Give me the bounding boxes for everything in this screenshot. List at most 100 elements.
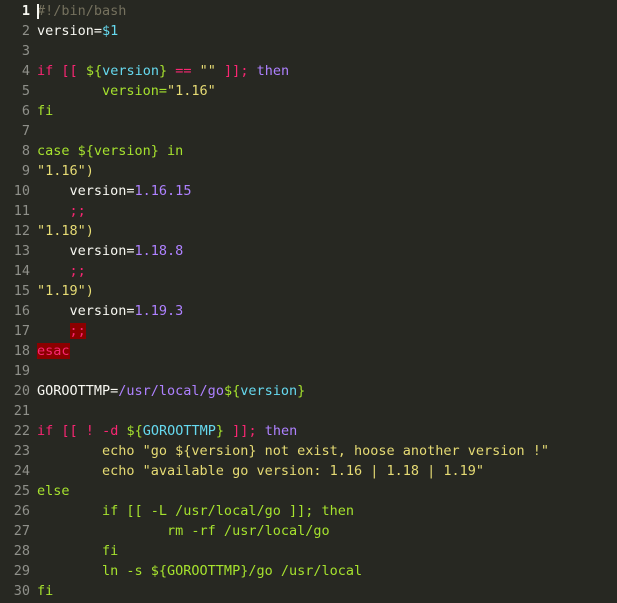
code-token: ]] [232,423,249,439]
code-line[interactable]: 5 version="1.16" [0,81,617,101]
code-line[interactable]: 11 ;; [0,201,617,221]
code-token: ${ [126,423,143,439]
code-line[interactable]: 21 [0,401,617,421]
code-line[interactable]: 22 if [[ ! -d ${GOROOTTMP} ]]; then [0,421,617,441]
code-token: "1.18") [37,223,94,239]
line-number: 18 [13,343,30,359]
code-text: if [[ ${version} == "" ]]; then [37,61,289,81]
code-text: fi [37,541,118,561]
code-token: "1.16" [167,83,216,99]
code-line[interactable]: 20 GOROOTTMP=/usr/local/go${version} [0,381,617,401]
code-text: "1.16") [37,161,94,181]
code-token: /usr/local/go [118,383,224,399]
code-token: "" [199,63,216,79]
code-line[interactable]: 29 ln -s ${GOROOTTMP}/go /usr/local [0,561,617,581]
line-number: 25 [13,483,30,499]
code-token: 1.19.3 [134,303,184,319]
code-text: else [37,481,70,501]
code-editor[interactable]: 1 #!/bin/bash 2 version=$1 3 4 if [[ ${version… [0,0,617,603]
code-text: #!/bin/bash [37,1,126,21]
code-line[interactable]: 16 version=1.19.3 [0,301,617,321]
code-line[interactable]: 9 "1.16") [0,161,617,181]
code-token: ;; [69,323,86,339]
code-line[interactable]: 27 rm -rf /usr/local/go [0,521,617,541]
code-token: version [102,63,159,79]
text-cursor [37,4,39,19]
code-text: "1.18") [37,221,94,241]
line-number: 14 [13,263,30,279]
code-line[interactable]: 15 "1.19") [0,281,617,301]
code-token: case ${version} in [37,143,184,159]
line-number: 12 [13,223,30,239]
code-line[interactable]: 6 fi [0,101,617,121]
code-token: ln -s ${GOROOTTMP}/go /usr/local [37,563,363,579]
code-line[interactable]: 13 version=1.18.8 [0,241,617,261]
code-token: $1 [102,23,119,39]
code-line[interactable]: 30 fi [0,581,617,601]
code-token: version= [37,183,135,199]
line-number: 27 [13,523,30,539]
code-line[interactable]: 2 version=$1 [0,21,617,41]
code-line[interactable]: 4 if [[ ${version} == "" ]]; then [0,61,617,81]
code-text: version="1.16" [37,81,216,101]
code-line[interactable]: 1 #!/bin/bash [0,1,617,21]
code-line[interactable]: 25 else [0,481,617,501]
code-text: if [[ ! -d ${GOROOTTMP} ]]; then [37,421,297,441]
code-token: ]] [224,63,241,79]
code-token: == [167,63,200,79]
code-line[interactable]: 17 ;; [0,321,617,341]
line-number: 7 [21,123,30,139]
code-text: ln -s ${GOROOTTMP}/go /usr/local [37,561,362,581]
line-number: 20 [13,383,30,399]
code-token: "1.16") [37,163,94,179]
code-text: version=1.19.3 [37,301,184,321]
code-token: } [158,63,168,79]
code-text: esac [37,341,70,361]
code-token: ;; [69,263,86,279]
code-line[interactable]: 19 [0,361,617,381]
line-number: 26 [13,503,30,519]
code-line[interactable]: 28 fi [0,541,617,561]
code-text: fi [37,101,53,121]
code-text: "1.19") [37,281,94,301]
line-number: 3 [21,43,30,59]
line-number: 8 [21,143,30,159]
code-text: echo "available go version: 1.16 | 1.18 … [37,461,484,481]
code-text: GOROOTTMP=/usr/local/go${version} [37,381,305,401]
code-token: ${ [85,63,103,79]
code-line[interactable]: 12 "1.18") [0,221,617,241]
code-token: version [240,383,298,399]
line-number: 24 [13,463,30,479]
code-token: echo "available go version: 1.16 | 1.18 … [37,463,485,479]
code-token: else [37,483,70,499]
code-line[interactable]: 3 [0,41,617,61]
line-number: 13 [13,243,30,259]
code-line[interactable]: 23 echo "go ${version} not exist, hoose … [0,441,617,461]
code-token: rm -rf /usr/local/go [37,523,330,539]
code-token: 1.18.8 [134,243,184,259]
line-number: 21 [13,403,30,419]
code-token: then [264,423,298,439]
code-line[interactable]: 8 case ${version} in [0,141,617,161]
code-token: ! [77,423,103,439]
code-line[interactable]: 24 echo "available go version: 1.16 | 1.… [0,461,617,481]
code-token: ; [240,63,257,79]
code-token: version= [37,303,135,319]
code-line[interactable]: 10 version=1.16.15 [0,181,617,201]
line-number: 5 [21,83,30,99]
code-token: 1.16.15 [134,183,192,199]
code-line[interactable]: 7 [0,121,617,141]
code-token: fi [37,103,54,119]
code-line[interactable]: 26 if [[ -L /usr/local/go ]]; then [0,501,617,521]
line-number: 6 [21,103,30,119]
code-line[interactable]: 14 ;; [0,261,617,281]
line-number: 17 [13,323,30,339]
line-number: 4 [21,63,30,79]
code-token: ${ [223,383,241,399]
code-token: if [37,63,54,79]
code-line[interactable]: 18 esac [0,341,617,361]
